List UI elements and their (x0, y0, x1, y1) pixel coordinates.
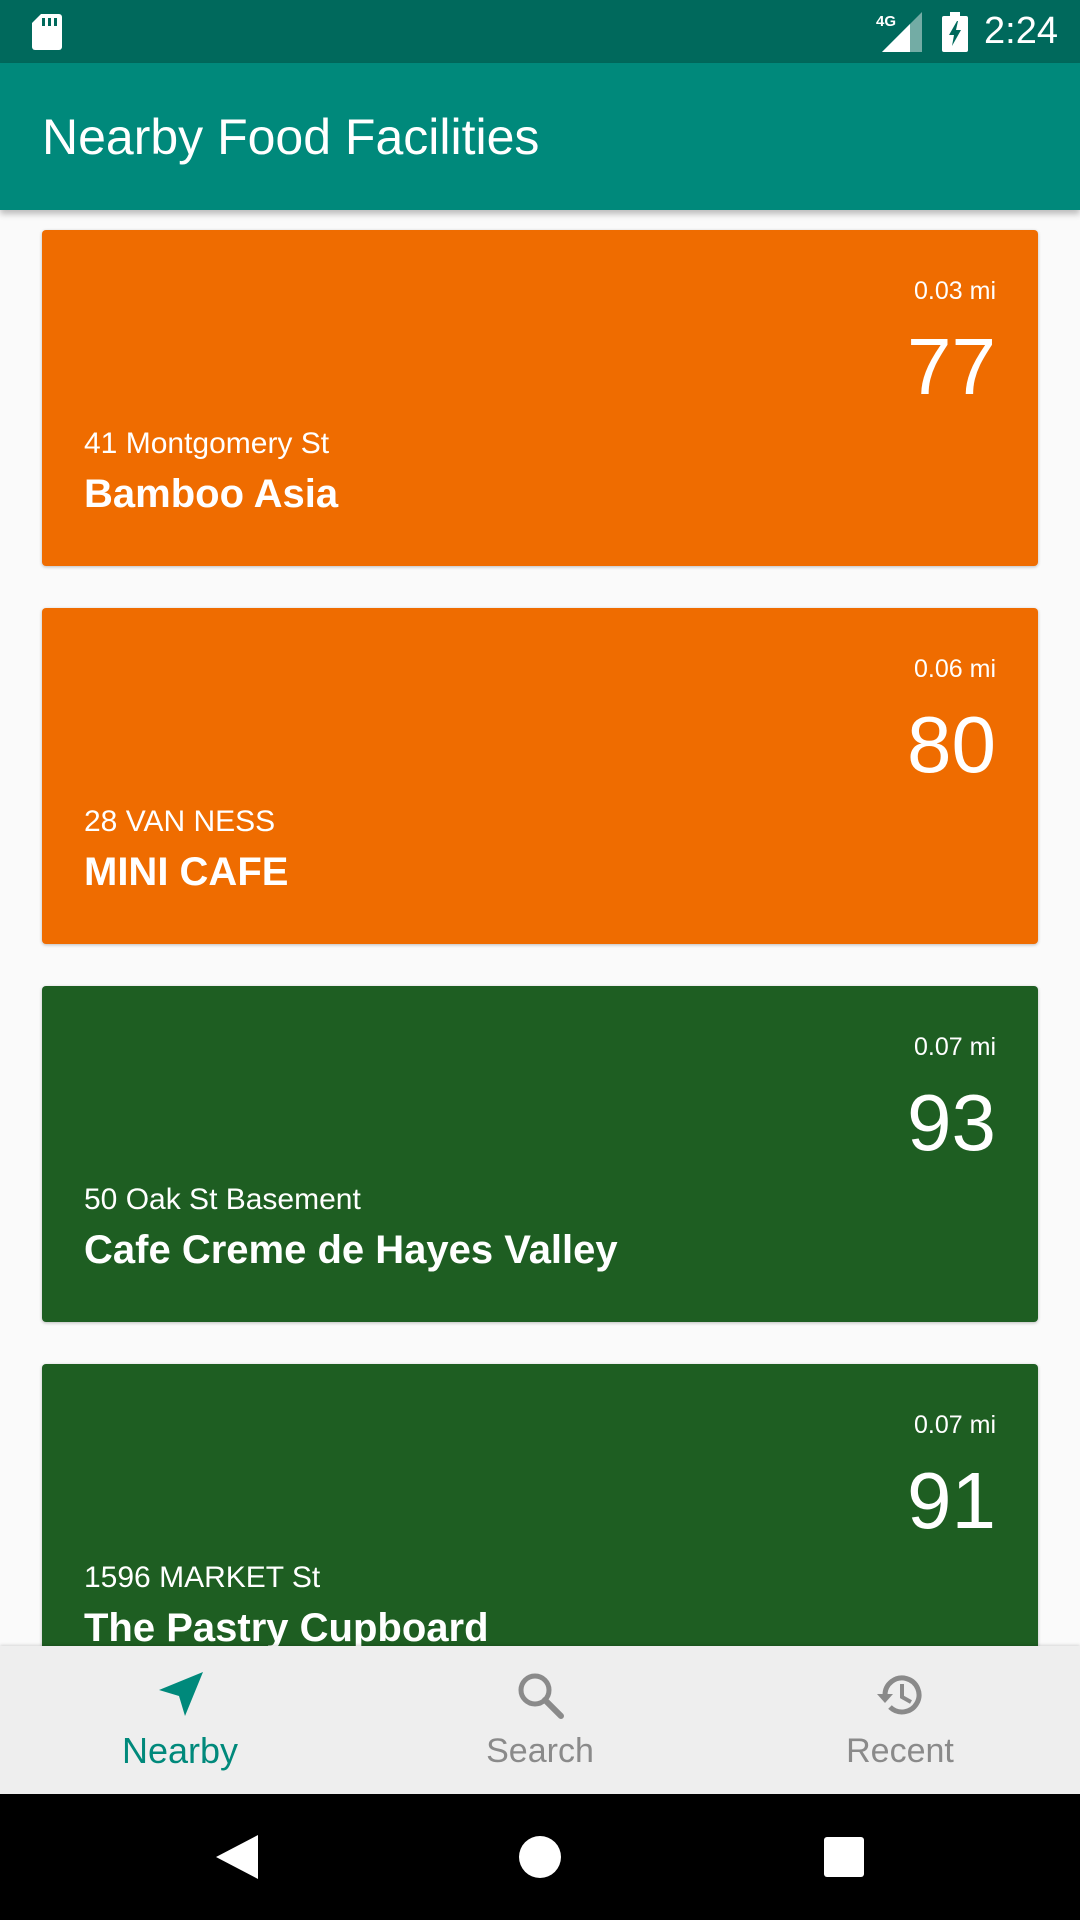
facility-address: 50 Oak St Basement (84, 1183, 361, 1216)
nav-label-search: Search (486, 1732, 594, 1770)
status-bar: 4G 2:24 (0, 0, 1080, 63)
facility-score: 91 (907, 1456, 996, 1545)
battery-charging-icon (942, 12, 968, 52)
search-icon (518, 1673, 564, 1719)
page-title: Nearby Food Facilities (42, 109, 540, 165)
app-bar: Nearby Food Facilities (0, 63, 1080, 210)
cell-signal-icon: 4G (876, 12, 922, 52)
nav-label-nearby: Nearby (121, 1730, 239, 1771)
facility-score: 80 (907, 700, 996, 789)
facility-address: 1596 MARKET St (84, 1561, 321, 1594)
facility-score: 93 (907, 1078, 996, 1167)
facility-card[interactable]: 0.07 mi 93 50 Oak St Basement Cafe Creme… (42, 986, 1038, 1322)
facility-card[interactable]: 0.07 mi 91 1596 MARKET St The Pastry Cup… (42, 1364, 1038, 1646)
nav-label-recent: Recent (846, 1732, 954, 1770)
facility-distance: 0.03 mi (914, 277, 996, 305)
facility-distance: 0.07 mi (914, 1411, 996, 1439)
nav-item-nearby[interactable]: Nearby (0, 1646, 360, 1794)
back-icon[interactable] (206, 1827, 266, 1887)
sd-card-icon (32, 14, 62, 50)
history-icon (877, 1675, 922, 1715)
facility-distance: 0.06 mi (914, 655, 996, 683)
facility-score: 77 (907, 322, 996, 411)
facility-name: The Pastry Cupboard (84, 1606, 489, 1646)
navigation-arrow-icon (159, 1672, 203, 1716)
facility-distance: 0.07 mi (914, 1033, 996, 1061)
nav-item-search[interactable]: Search (360, 1646, 720, 1794)
facility-name: Cafe Creme de Hayes Valley (84, 1228, 618, 1272)
home-icon[interactable] (510, 1827, 570, 1887)
network-type-label: 4G (876, 13, 896, 30)
facility-address: 28 VAN NESS (84, 805, 276, 838)
facility-list[interactable]: 0.03 mi 77 41 Montgomery St Bamboo Asia … (0, 210, 1080, 1646)
facility-card[interactable]: 0.03 mi 77 41 Montgomery St Bamboo Asia (42, 230, 1038, 566)
facility-name: Bamboo Asia (84, 472, 339, 516)
nav-item-recent[interactable]: Recent (720, 1646, 1080, 1794)
facility-name: MINI CAFE (84, 850, 289, 894)
screen: 4G 2:24 Nearby Food Facilities 0.03 mi 7… (0, 0, 1080, 1920)
facility-card[interactable]: 0.06 mi 80 28 VAN NESS MINI CAFE (42, 608, 1038, 944)
system-navigation-bar (0, 1794, 1080, 1920)
status-clock: 2:24 (984, 10, 1058, 52)
recents-icon[interactable] (814, 1827, 874, 1887)
bottom-navigation: Nearby Search Recent (0, 1646, 1080, 1794)
facility-address: 41 Montgomery St (84, 427, 330, 460)
